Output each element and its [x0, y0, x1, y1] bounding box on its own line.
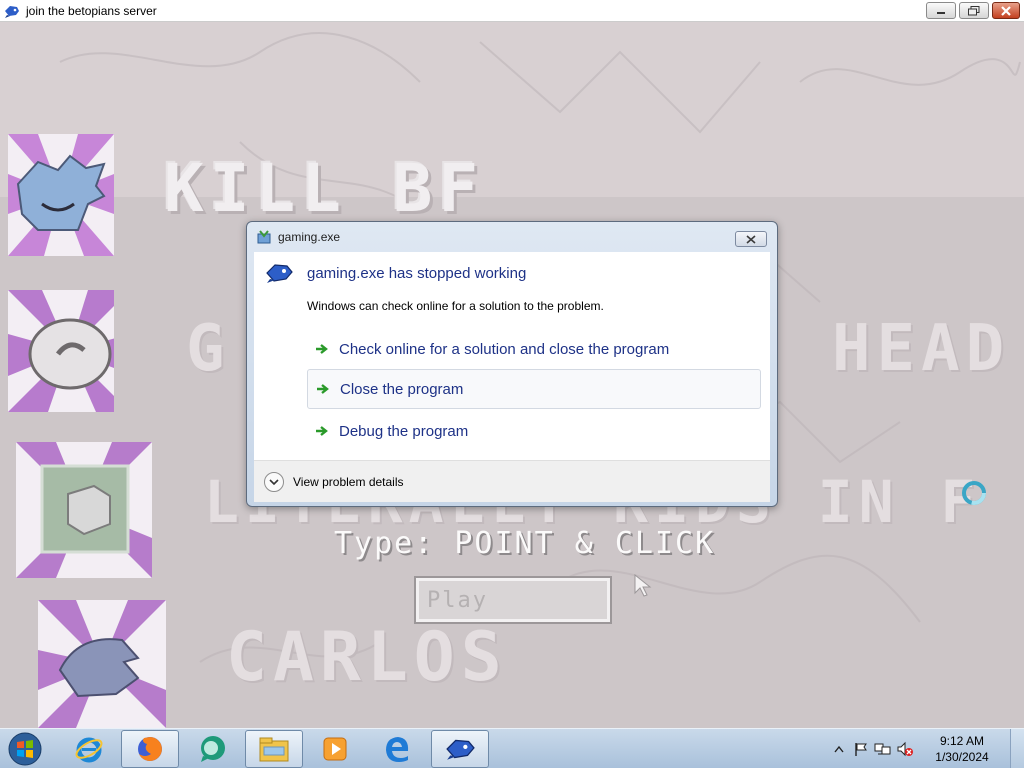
- volume-muted-icon[interactable]: [896, 740, 914, 758]
- start-button[interactable]: [4, 730, 46, 768]
- blue-bird-icon: [4, 3, 20, 19]
- taskbar: 9:12 AM 1/30/2024: [0, 728, 1024, 768]
- check-online-label: Check online for a solution and close th…: [339, 340, 670, 358]
- windows-error-reporting-icon: [257, 230, 271, 244]
- dialog-titlebar: gaming.exe: [247, 222, 777, 252]
- minimize-button[interactable]: [926, 2, 956, 19]
- taskbar-ie[interactable]: [60, 730, 118, 768]
- ghost-head-icon[interactable]: [8, 290, 114, 412]
- boyfriend-face-icon[interactable]: [8, 134, 114, 256]
- close-program-option[interactable]: Close the program: [307, 369, 761, 409]
- close-program-label: Close the program: [340, 380, 464, 398]
- debug-program-label: Debug the program: [339, 422, 469, 440]
- dialog-footer: View problem details: [254, 460, 770, 502]
- view-details-toggle[interactable]: [264, 471, 284, 492]
- blue-bird-icon: [266, 264, 293, 283]
- windows-orb-icon: [8, 732, 42, 766]
- green-arrow-icon: [315, 425, 331, 437]
- taskbar-game[interactable]: [431, 730, 489, 768]
- mouse-cursor-icon: [634, 574, 652, 597]
- internet-explorer-icon: [75, 737, 103, 763]
- action-center-flag-icon[interactable]: [852, 740, 870, 758]
- system-tray: 9:12 AM 1/30/2024: [828, 729, 1024, 768]
- green-arrow-icon: [316, 383, 332, 395]
- show-desktop-button[interactable]: [1010, 729, 1024, 768]
- view-details-label[interactable]: View problem details: [293, 475, 404, 489]
- dialog-body: gaming.exe has stopped working Windows c…: [254, 252, 770, 460]
- menu-item-g[interactable]: G: [186, 312, 231, 386]
- game-type-label: Type: POINT & CLICK: [334, 526, 716, 561]
- menu-item-head[interactable]: HEAD: [832, 312, 1010, 386]
- blue-bird-icon: [446, 739, 475, 760]
- play-button[interactable]: Play: [414, 576, 612, 624]
- close-button[interactable]: [992, 2, 1020, 19]
- clock-date: 1/30/2024: [935, 750, 989, 764]
- dialog-heading: gaming.exe has stopped working: [307, 264, 527, 282]
- edge-icon: [386, 737, 409, 762]
- minimize-icon: [937, 11, 945, 14]
- check-online-option[interactable]: Check online for a solution and close th…: [307, 329, 761, 369]
- file-explorer-icon: [259, 737, 289, 762]
- taskbar-messenger[interactable]: [184, 730, 242, 768]
- maximize-button[interactable]: [959, 2, 989, 19]
- menu-item-carlos[interactable]: CARLOS: [226, 618, 508, 697]
- window-title: join the betopians server: [26, 3, 157, 18]
- chevron-down-icon: [269, 478, 279, 485]
- menu-item-kill-bf[interactable]: KILL BF: [164, 150, 484, 227]
- debug-program-option[interactable]: Debug the program: [307, 411, 761, 451]
- media-player-icon: [323, 737, 347, 761]
- restore-icon: [968, 5, 980, 15]
- dialog-heading-row: gaming.exe has stopped working: [265, 262, 526, 284]
- green-chat-icon: [201, 736, 225, 762]
- blue-hedgehog-icon[interactable]: [38, 600, 166, 728]
- firefox-icon: [138, 737, 162, 761]
- busy-cursor-icon: [962, 481, 986, 505]
- window-controls: [926, 2, 1020, 19]
- play-button-label: Play: [427, 587, 488, 613]
- close-icon: [1001, 5, 1011, 16]
- taskbar-media-player[interactable]: [306, 730, 364, 768]
- green-arrow-icon: [315, 343, 331, 355]
- show-hidden-icons-icon[interactable]: [830, 740, 848, 758]
- cube-character-icon[interactable]: [16, 442, 152, 578]
- taskbar-explorer[interactable]: [245, 730, 303, 768]
- taskbar-edge[interactable]: [368, 730, 426, 768]
- dialog-close-button[interactable]: [735, 231, 767, 247]
- taskbar-firefox[interactable]: [121, 730, 179, 768]
- tray-clock[interactable]: 9:12 AM 1/30/2024: [922, 733, 1002, 765]
- dialog-description: Windows can check online for a solution …: [307, 299, 604, 313]
- close-icon: [746, 234, 756, 244]
- clock-time: 9:12 AM: [939, 734, 985, 748]
- error-dialog: gaming.exe gaming.exe has stopped workin…: [246, 221, 778, 507]
- dialog-title: gaming.exe: [278, 230, 341, 244]
- window-titlebar: join the betopians server: [0, 0, 1024, 22]
- network-icon[interactable]: [874, 740, 892, 758]
